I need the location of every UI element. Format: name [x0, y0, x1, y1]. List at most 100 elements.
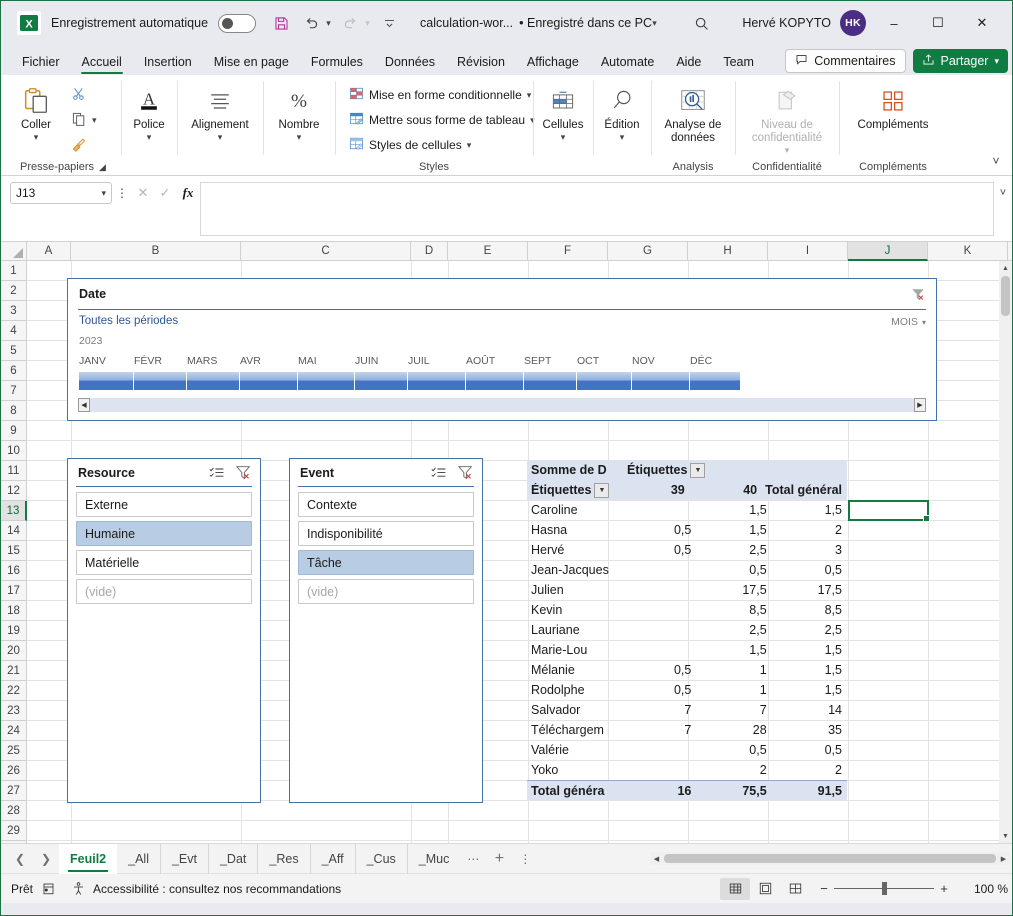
accessibility-icon[interactable]	[63, 877, 93, 901]
timeline-slicer-date[interactable]: Date Toutes les périodes MOIS ▾ 2023 JAN…	[67, 278, 937, 421]
tab-team[interactable]: Team	[712, 52, 765, 75]
zoom-out-button[interactable]: −	[814, 881, 834, 896]
cells-chevron-down-icon[interactable]: ▾	[561, 133, 566, 142]
sheet-tab-cus[interactable]: _Cus	[356, 843, 408, 874]
timeline-selection-bars[interactable]	[79, 372, 740, 390]
cells-button[interactable]: Cellules ▾	[535, 80, 591, 142]
row-header-3[interactable]: 3	[1, 301, 26, 321]
row-header-8[interactable]: 8	[1, 401, 26, 421]
conditional-formatting-button[interactable]: Mise en forme conditionnelle ▾	[345, 85, 539, 105]
col-header-D[interactable]: D	[411, 242, 448, 260]
scroll-left-icon[interactable]: ◀	[78, 398, 90, 412]
search-icon[interactable]	[685, 15, 719, 32]
cell-styles-chevron-down-icon[interactable]: ▾	[467, 140, 472, 151]
table-row[interactable]: Salvador 7 7 14	[527, 700, 847, 720]
page-layout-icon[interactable]	[750, 878, 780, 900]
copy-chevron-down-icon[interactable]: ▾	[92, 115, 97, 126]
table-row[interactable]: Marie-Lou 1,5 1,5	[527, 640, 847, 660]
sheet-tab-evt[interactable]: _Evt	[161, 843, 209, 874]
row-header-18[interactable]: 18	[1, 601, 26, 621]
table-row[interactable]: Lauriane 2,5 2,5	[527, 620, 847, 640]
row-header-16[interactable]: 16	[1, 561, 26, 581]
name-box[interactable]: J13 ▾	[10, 182, 112, 204]
timeline-bar-sept[interactable]	[524, 372, 577, 390]
conditional-formatting-chevron-down-icon[interactable]: ▾	[527, 90, 532, 101]
col-header-E[interactable]: E	[448, 242, 528, 260]
slicer-item-contexte[interactable]: Contexte	[298, 492, 474, 517]
timeline-bar-janv[interactable]	[79, 372, 134, 390]
timeline-bar-avr[interactable]	[240, 372, 298, 390]
chevron-right-icon[interactable]: ❯	[33, 846, 59, 872]
tab-donnees[interactable]: Données	[374, 52, 446, 75]
pivot-table[interactable]: Somme de D Étiquettes ▼ Étiquettes ▼ 39 …	[527, 460, 847, 800]
timeline-bar-aout[interactable]	[466, 372, 524, 390]
sheet-tab-feuil2[interactable]: Feuil2	[59, 843, 118, 874]
alignment-button[interactable]: Alignement ▾	[180, 80, 260, 142]
row-header-17[interactable]: 17	[1, 581, 26, 601]
row-header-22[interactable]: 22	[1, 681, 26, 701]
vertical-scroll-thumb[interactable]	[1001, 276, 1010, 316]
row-header-10[interactable]: 10	[1, 441, 26, 461]
row-header-24[interactable]: 24	[1, 721, 26, 741]
sheet-options-icon[interactable]: ⋮	[512, 846, 538, 872]
comments-button[interactable]: Commentaires	[785, 49, 906, 73]
row-header-12[interactable]: 12	[1, 481, 26, 501]
share-chevron-down-icon[interactable]: ▾	[994, 56, 999, 67]
active-cell-selection[interactable]	[848, 500, 930, 522]
col-header-I[interactable]: I	[768, 242, 848, 260]
table-row[interactable]: Valérie 0,5 0,5	[527, 740, 847, 760]
timeline-bar-mai[interactable]	[298, 372, 355, 390]
undo-dropdown-icon[interactable]: ▾	[322, 18, 335, 29]
col-header-F[interactable]: F	[528, 242, 608, 260]
hscroll-left-icon[interactable]: ◀	[650, 852, 663, 865]
row-header-19[interactable]: 19	[1, 621, 26, 641]
alignment-chevron-down-icon[interactable]: ▾	[218, 133, 223, 142]
tab-mise-en-page[interactable]: Mise en page	[203, 52, 300, 75]
account-info[interactable]: Hervé KOPYTO HK	[742, 10, 866, 36]
row-header-29[interactable]: 29	[1, 821, 26, 841]
select-all-corner[interactable]	[1, 242, 27, 260]
timeline-bar-oct[interactable]	[577, 372, 632, 390]
tab-insertion[interactable]: Insertion	[133, 52, 203, 75]
record-macro-icon[interactable]	[33, 877, 63, 901]
data-analysis-button[interactable]: Analyse de données	[653, 80, 733, 145]
quick-access-more-icon[interactable]	[374, 9, 404, 37]
cells-area[interactable]: Date Toutes les périodes MOIS ▾ 2023 JAN…	[27, 261, 1012, 843]
row-header-28[interactable]: 28	[1, 801, 26, 821]
save-icon[interactable]	[266, 9, 296, 37]
paste-button[interactable]: Coller ▾	[5, 80, 67, 142]
slicer-item-vide[interactable]: (vide)	[76, 579, 252, 604]
fx-icon[interactable]: fx	[176, 182, 200, 204]
col-header-C[interactable]: C	[241, 242, 411, 260]
chevron-down-icon[interactable]: ▾	[922, 318, 926, 327]
tab-aide[interactable]: Aide	[665, 52, 712, 75]
col-header-J[interactable]: J	[848, 242, 928, 261]
normal-view-icon[interactable]	[720, 877, 750, 900]
font-button[interactable]: A Police ▾	[121, 80, 177, 142]
timeline-scrollbar[interactable]: ◀ ▶	[78, 398, 926, 412]
table-row[interactable]: Hasna 0,5 1,5 2	[527, 520, 847, 540]
row-header-13[interactable]: 13	[1, 501, 27, 521]
row-header-21[interactable]: 21	[1, 661, 26, 681]
clear-filter-icon[interactable]	[910, 286, 926, 305]
pivot-grand-total-row[interactable]: Total généra 16 75,5 91,5	[527, 780, 847, 800]
zoom-level-label[interactable]: 100 %	[962, 882, 1008, 896]
accessibility-status-text[interactable]: Accessibilité : consultez nos recommanda…	[93, 882, 341, 896]
sheet-tab-muc[interactable]: _Muc	[408, 844, 461, 874]
cut-button[interactable]	[67, 85, 101, 106]
tab-affichage[interactable]: Affichage	[516, 52, 590, 75]
number-chevron-down-icon[interactable]: ▾	[297, 133, 302, 142]
row-header-7[interactable]: 7	[1, 381, 26, 401]
row-header-26[interactable]: 26	[1, 761, 26, 781]
paste-chevron-down-icon[interactable]: ▾	[34, 133, 39, 142]
edition-button[interactable]: Édition ▾	[595, 80, 649, 142]
autosave-toggle[interactable]	[218, 13, 257, 33]
scroll-up-icon[interactable]: ▲	[999, 261, 1012, 275]
chevron-left-icon[interactable]: ❮	[7, 846, 33, 872]
name-box-chevron-down-icon[interactable]: ▾	[101, 188, 106, 199]
clear-filter-icon[interactable]	[457, 465, 474, 483]
maximize-button[interactable]: ☐	[916, 3, 960, 43]
zoom-thumb[interactable]	[882, 882, 887, 895]
saved-location-chevron-icon[interactable]: ▾	[648, 18, 661, 29]
slicer-resource[interactable]: Resource Externe Humaine Matérielle (vid…	[67, 458, 261, 803]
